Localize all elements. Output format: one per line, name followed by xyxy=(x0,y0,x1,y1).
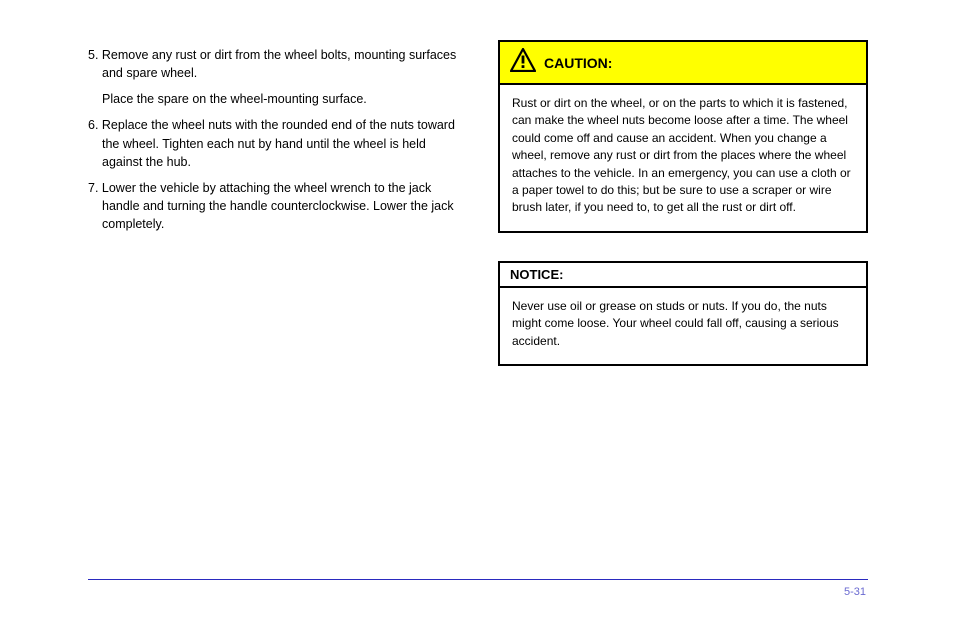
two-column-layout: 5. Remove any rust or dirt from the whee… xyxy=(88,40,868,366)
right-callout-column: CAUTION: Rust or dirt on the wheel, or o… xyxy=(498,40,868,366)
notice-body: Never use oil or grease on studs or nuts… xyxy=(500,288,866,364)
footer-row: 5-31 xyxy=(88,586,868,598)
notice-header: NOTICE: xyxy=(500,263,866,288)
caution-box: CAUTION: Rust or dirt on the wheel, or o… xyxy=(498,40,868,233)
page-number: 5-31 xyxy=(844,586,866,598)
step-5-line2: Place the spare on the wheel-mounting su… xyxy=(88,90,466,108)
caution-header: CAUTION: xyxy=(500,42,866,85)
page-footer: 5-31 xyxy=(88,579,868,598)
footer-rule xyxy=(88,579,868,580)
step-7: 7. Lower the vehicle by attaching the wh… xyxy=(88,179,466,233)
notice-box: NOTICE: Never use oil or grease on studs… xyxy=(498,261,868,366)
page-content: 5. Remove any rust or dirt from the whee… xyxy=(88,40,868,600)
caution-body: Rust or dirt on the wheel, or on the par… xyxy=(500,85,866,231)
warning-triangle-icon xyxy=(510,48,536,77)
step-6: 6. Replace the wheel nuts with the round… xyxy=(88,116,466,170)
step-5-line1: 5. Remove any rust or dirt from the whee… xyxy=(88,46,466,82)
caution-label: CAUTION: xyxy=(544,55,612,71)
left-text-column: 5. Remove any rust or dirt from the whee… xyxy=(88,40,466,366)
